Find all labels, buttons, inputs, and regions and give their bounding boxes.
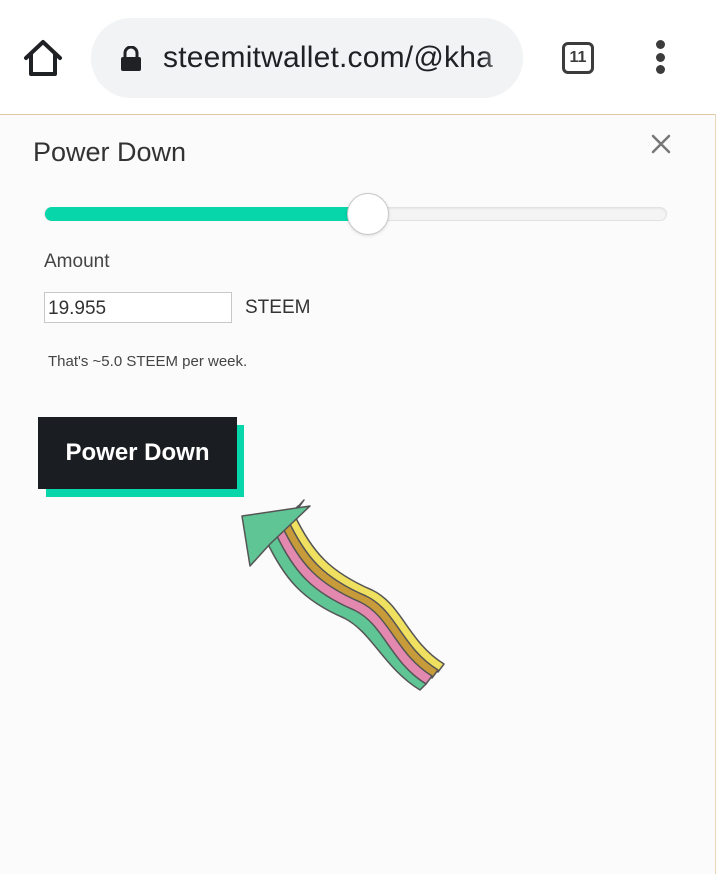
- lock-icon: [119, 45, 143, 72]
- arrow-annotation-icon: [232, 492, 452, 692]
- more-vert-icon[interactable]: [650, 40, 670, 76]
- url-text: steemitwallet.com/@kha: [163, 41, 493, 74]
- amount-slider-fill: [45, 207, 369, 221]
- amount-slider-thumb[interactable]: [347, 193, 389, 235]
- dialog-title: Power Down: [33, 137, 187, 167]
- browser-toolbar: steemitwallet.com/@kha 11: [0, 0, 716, 115]
- close-icon[interactable]: [648, 131, 674, 157]
- home-icon[interactable]: [22, 38, 64, 80]
- power-down-button[interactable]: Power Down: [38, 417, 237, 489]
- amount-unit: STEEM: [245, 297, 311, 318]
- amount-input[interactable]: [44, 292, 232, 323]
- address-bar[interactable]: steemitwallet.com/@kha: [91, 18, 523, 98]
- tabs-icon[interactable]: 11: [562, 42, 594, 74]
- amount-label: Amount: [44, 251, 110, 272]
- weekly-rate-note: That's ~5.0 STEEM per week.: [48, 353, 248, 370]
